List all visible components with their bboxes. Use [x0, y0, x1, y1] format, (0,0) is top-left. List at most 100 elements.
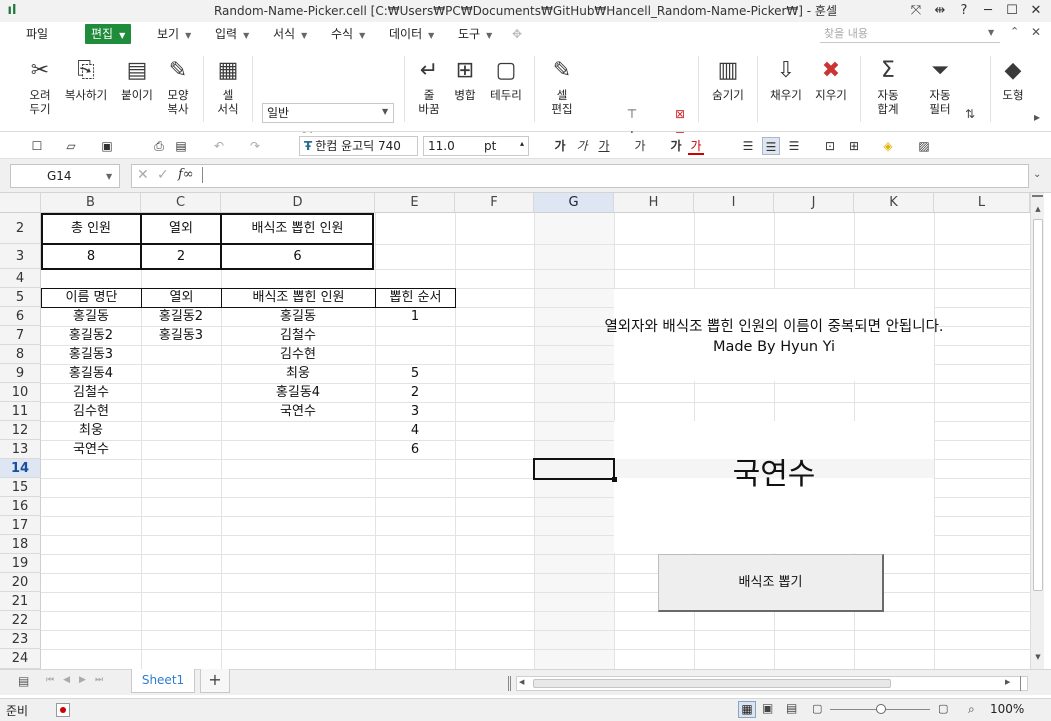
- confirm-icon[interactable]: ✓: [157, 167, 169, 183]
- autofilter-button[interactable]: ⏷ 자동 필터: [920, 52, 960, 128]
- row-header-10[interactable]: 10: [0, 383, 41, 402]
- clear-button[interactable]: ✖ 지우기: [810, 52, 852, 128]
- picked-cell[interactable]: 김철수: [221, 326, 375, 345]
- pattern-icon[interactable]: ▨: [916, 137, 932, 155]
- list-header-picked[interactable]: 배식조 뽑힌 인원: [221, 288, 376, 308]
- border-button[interactable]: ▢ 테두리: [486, 52, 526, 128]
- menu-formula[interactable]: 수식 ▼: [331, 24, 365, 44]
- row-header-14[interactable]: 14: [0, 459, 41, 478]
- function-icon[interactable]: f∞: [178, 167, 194, 182]
- row-header-9[interactable]: 9: [0, 364, 41, 383]
- scroll-thumb[interactable]: [1033, 219, 1043, 591]
- row-header-8[interactable]: 8: [0, 345, 41, 364]
- list-header-order[interactable]: 뽑힌 순서: [375, 288, 456, 308]
- row-header-23[interactable]: 23: [0, 630, 41, 649]
- row-header-4[interactable]: 4: [0, 269, 41, 288]
- format-painter-button[interactable]: ✎ 모양 복사: [160, 52, 196, 128]
- selected-cell-g14[interactable]: [533, 458, 615, 480]
- summary-header-total[interactable]: 총 인원: [41, 213, 141, 244]
- cut-button[interactable]: ✂ 오려 두기: [22, 52, 58, 128]
- menu-file[interactable]: 파일: [26, 24, 48, 44]
- picked-cell[interactable]: 국연수: [221, 402, 375, 421]
- excluded-cell[interactable]: 홍길동2: [141, 307, 221, 326]
- save-icon[interactable]: ▣: [98, 137, 116, 155]
- formula-input[interactable]: [131, 164, 1029, 188]
- name-box[interactable]: G14: [10, 164, 120, 188]
- col-header-c[interactable]: C: [141, 193, 221, 213]
- name-cell[interactable]: 국연수: [41, 440, 141, 459]
- collapse-ribbon-icon[interactable]: ⌃: [1010, 25, 1019, 38]
- summary-header-excluded[interactable]: 열외: [141, 213, 221, 244]
- row-header-11[interactable]: 11: [0, 402, 41, 421]
- row-header-2[interactable]: 2: [0, 213, 41, 244]
- name-cell[interactable]: 김수현: [41, 402, 141, 421]
- excluded-cell[interactable]: 홍길동3: [141, 326, 221, 345]
- col-header-i[interactable]: I: [694, 193, 774, 213]
- row-header-21[interactable]: 21: [0, 592, 41, 611]
- order-cell[interactable]: 3: [375, 402, 455, 421]
- menu-tools[interactable]: 도구 ▼: [458, 24, 492, 44]
- sheet-nav-icons[interactable]: ⏮◀▶⏭: [46, 675, 112, 685]
- col-header-b[interactable]: B: [41, 193, 141, 213]
- menu-format[interactable]: 서식 ▼: [273, 24, 307, 44]
- summary-value-total[interactable]: 8: [41, 244, 141, 269]
- list-header-excluded[interactable]: 열외: [141, 288, 222, 308]
- close-button[interactable]: ✕: [1024, 0, 1048, 22]
- row-header-12[interactable]: 12: [0, 421, 41, 440]
- align-right-icon[interactable]: ☰: [786, 137, 802, 155]
- shape-button[interactable]: ◆ 도형: [998, 52, 1028, 128]
- row-header-3[interactable]: 3: [0, 244, 41, 269]
- col-header-h[interactable]: H: [614, 193, 694, 213]
- col-header-f[interactable]: F: [455, 193, 534, 213]
- zoom-search-icon[interactable]: ⌕: [968, 702, 975, 717]
- corner-header[interactable]: [0, 193, 41, 213]
- order-cell[interactable]: 4: [375, 421, 455, 440]
- name-cell[interactable]: 최웅: [41, 421, 141, 440]
- col-header-e[interactable]: E: [375, 193, 455, 213]
- name-cell[interactable]: 홍길동4: [41, 364, 141, 383]
- align-left-icon[interactable]: ☰: [740, 137, 756, 155]
- autosum-button[interactable]: Σ 자동 합계: [868, 52, 908, 128]
- underline-icon[interactable]: 가: [596, 137, 612, 155]
- row-header-13[interactable]: 13: [0, 440, 41, 459]
- merge-button[interactable]: ⊞ 병합: [448, 52, 482, 128]
- horizontal-scrollbar[interactable]: ◀ ▶: [516, 676, 1028, 691]
- scroll-split-handle[interactable]: [1032, 195, 1043, 203]
- copy-button[interactable]: ⎘ 복사하기: [62, 52, 110, 128]
- expand-formula-icon[interactable]: ⌄: [1033, 169, 1041, 180]
- insert-row-icon[interactable]: ⊤: [624, 106, 640, 122]
- row-header-22[interactable]: 22: [0, 611, 41, 630]
- row-header-16[interactable]: 16: [0, 497, 41, 516]
- preview-icon[interactable]: ▤: [172, 137, 190, 155]
- row-header-5[interactable]: 5: [0, 288, 41, 307]
- tab-split-handle[interactable]: [508, 676, 511, 691]
- name-cell[interactable]: 홍길동2: [41, 326, 141, 345]
- picked-cell[interactable]: 김수현: [221, 345, 375, 364]
- order-cell[interactable]: 1: [375, 307, 455, 326]
- maximize-button[interactable]: ☐: [1000, 0, 1024, 22]
- cell-format-button[interactable]: ▦ 셀 서식: [210, 52, 246, 128]
- row-header-15[interactable]: 15: [0, 478, 41, 497]
- row-header-7[interactable]: 7: [0, 326, 41, 345]
- paste-button[interactable]: ▤ 붙이기: [117, 52, 157, 128]
- open-folder-icon[interactable]: ▱: [62, 137, 80, 155]
- picked-cell[interactable]: 홍길동: [221, 307, 375, 326]
- sort-asc-icon[interactable]: ⇅: [962, 106, 978, 122]
- col-header-k[interactable]: K: [854, 193, 934, 213]
- name-cell[interactable]: 홍길동: [41, 307, 141, 326]
- menu-edit[interactable]: 편집 ▼: [85, 24, 132, 44]
- summary-value-excluded[interactable]: 2: [141, 244, 221, 269]
- search-input[interactable]: 찾을 내용: [820, 26, 1000, 43]
- chevron-down-icon[interactable]: ▼: [106, 172, 112, 181]
- order-cell[interactable]: 5: [375, 364, 455, 383]
- minimize-button[interactable]: ─: [976, 0, 1000, 22]
- sheet-tab-sheet1[interactable]: Sheet1: [131, 669, 195, 693]
- menu-view[interactable]: 보기 ▼: [157, 24, 191, 44]
- help-button[interactable]: ?: [952, 0, 976, 22]
- col-header-l[interactable]: L: [934, 193, 1030, 213]
- print-icon[interactable]: ⎙: [150, 137, 168, 155]
- picked-cell[interactable]: 최웅: [221, 364, 375, 383]
- cell-edit-button[interactable]: ✎ 셀 편집: [544, 52, 580, 128]
- fill-color-icon[interactable]: ◈: [880, 137, 896, 155]
- scroll-up-icon[interactable]: ▲: [1033, 205, 1043, 213]
